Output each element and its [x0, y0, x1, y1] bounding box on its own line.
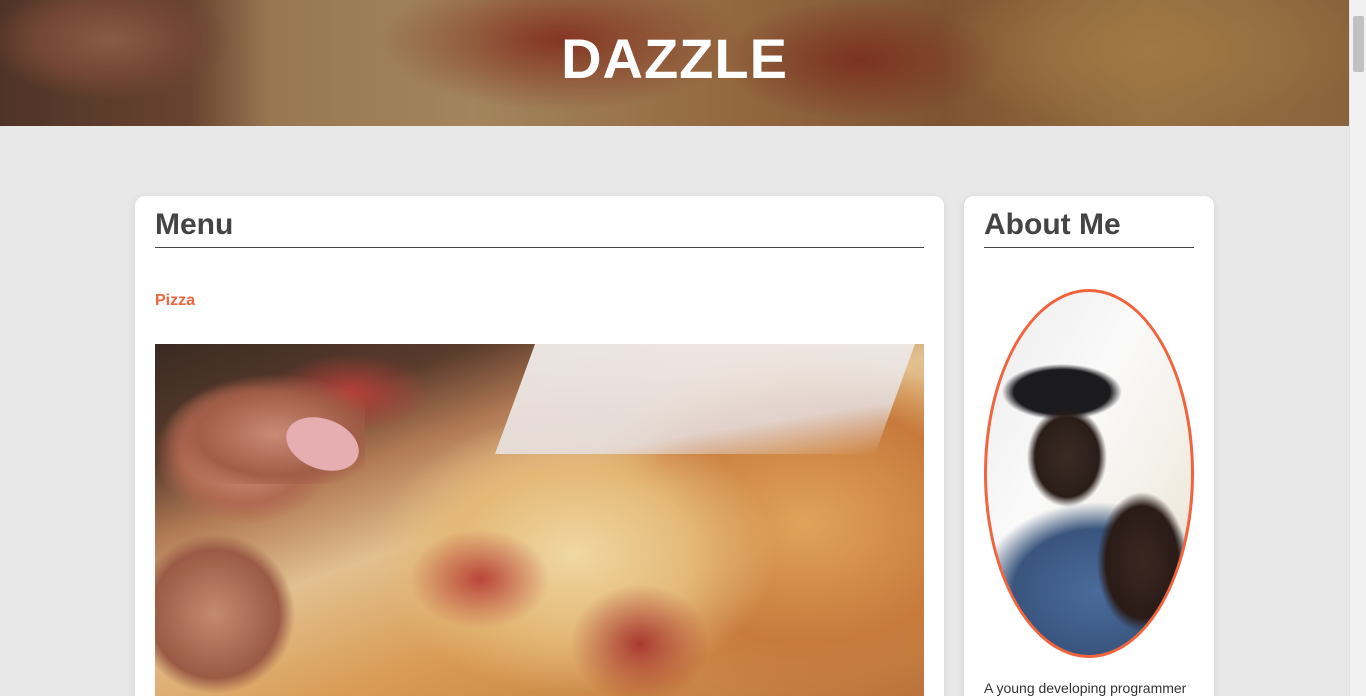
site-title: DAZZLE — [561, 27, 788, 90]
menu-card: Menu Pizza — [135, 196, 944, 696]
pizza-photo — [155, 344, 924, 696]
about-card: About Me A young developing programmer — [964, 196, 1214, 696]
page: DAZZLE Menu Pizza About Me A young devel… — [0, 0, 1366, 696]
about-heading-divider — [984, 247, 1194, 248]
vertical-scrollbar[interactable] — [1349, 0, 1366, 696]
avatar — [984, 289, 1194, 658]
about-bio: A young developing programmer — [984, 680, 1187, 696]
category-label-pizza[interactable]: Pizza — [155, 292, 195, 310]
menu-heading-divider — [155, 247, 924, 248]
header-banner: DAZZLE — [0, 0, 1349, 126]
photo-paper-shape — [494, 344, 916, 454]
avatar-hand-shape — [1097, 492, 1187, 632]
scrollbar-thumb[interactable] — [1353, 16, 1364, 72]
about-heading: About Me — [984, 208, 1121, 241]
photo-thumb-shape — [155, 534, 295, 694]
menu-heading: Menu — [155, 208, 234, 241]
